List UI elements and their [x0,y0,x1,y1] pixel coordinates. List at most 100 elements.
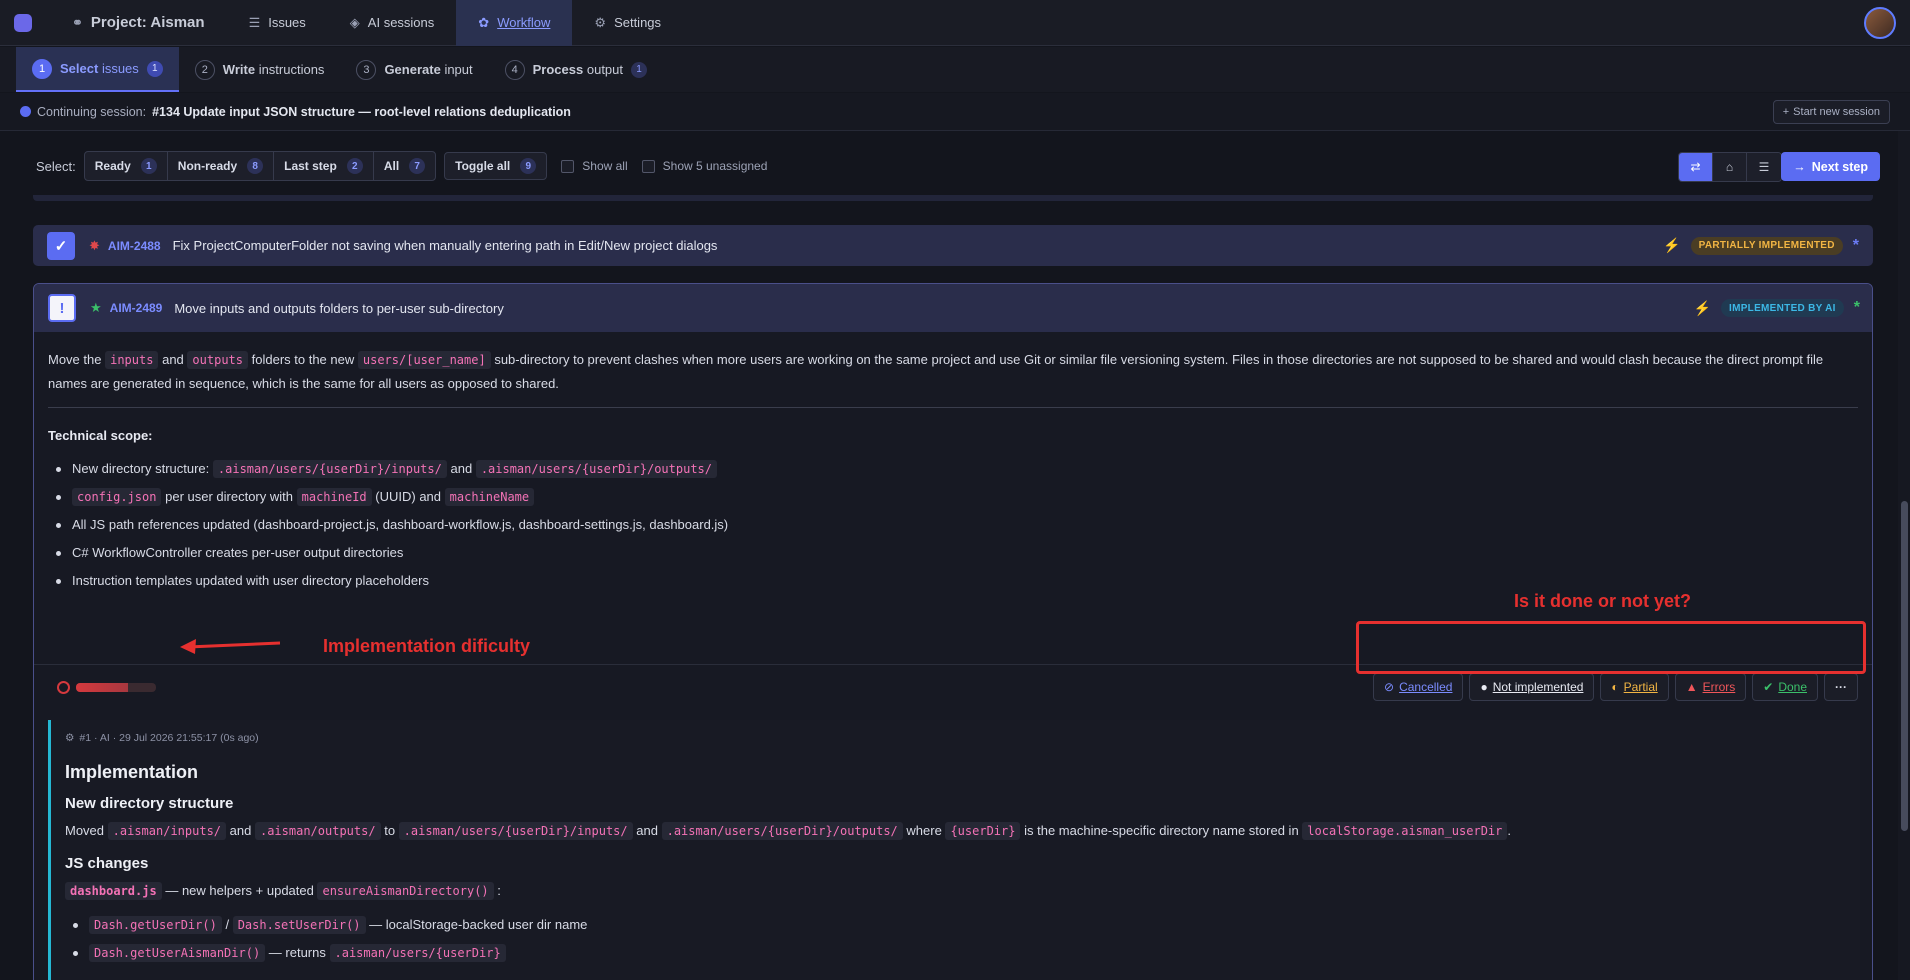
more-options-button[interactable]: ··· [1824,673,1858,701]
half-circle-icon: ◐ [1611,680,1619,694]
annotation-arrow-icon [180,639,280,654]
star-icon: ★ [90,300,102,315]
show-all-checkbox[interactable]: Show all [561,159,628,173]
list-item: Dash.getUserAismanDir() — returns .aisma… [65,939,1846,967]
step-select-issues[interactable]: 1 Select issues 1 [16,47,179,92]
implementation-meta: ⚙ #1 · AI · 29 Jul 2026 21:55:17 (0s ago… [65,732,259,744]
difficulty-icon [57,681,70,694]
bug-icon: ✸ [89,237,100,253]
issue-description: Move the inputs and outputs folders to t… [34,332,1872,595]
show-unassigned-checkbox[interactable]: Show 5 unassigned [641,159,767,173]
step-generate-input[interactable]: 3 Generate input [340,47,488,92]
issue-key[interactable]: AIM-2488 [108,239,161,253]
annotation-question: Is it done or not yet? [1514,591,1692,611]
scrollbar[interactable] [1898,131,1910,980]
view-mode-group: ⇄ ⌂ ☰ [1678,152,1782,182]
not-implemented-button[interactable]: ● Not implemented [1469,673,1595,701]
ban-icon: ⊘ [1384,680,1395,694]
gear-icon: ⚙ [594,14,607,30]
toggle-all-button[interactable]: Toggle all 9 [444,152,548,180]
filter-all-button[interactable]: All 7 [374,152,435,180]
play-circle-icon [20,106,31,117]
errors-button[interactable]: ▲ Errors [1674,673,1747,701]
section-heading: JS changes [65,855,149,872]
app-logo-icon[interactable] [0,0,46,46]
difficulty-fill [76,683,128,692]
tab-ai-sessions[interactable]: ◈ AI sessions [328,0,456,46]
project-icon: ⚭ [72,14,83,30]
layers-icon: ◈ [349,14,360,30]
annotation-difficulty-label: Implementation dificulty [323,636,531,656]
issue-list: ✓ ✸ AIM-2488 Fix ProjectComputerFolder n… [33,195,1873,980]
filter-last-step-button[interactable]: Last step 2 [274,152,374,180]
tab-issues[interactable]: ☰ Issues [227,0,328,46]
step-count-badge: 1 [631,61,648,78]
cards-view-icon[interactable]: ⇄ [1679,153,1713,181]
issue-row-aim-2489[interactable]: ! ★ AIM-2489 Move inputs and outputs fol… [34,284,1872,332]
asterisk-icon: * [1853,299,1860,316]
filter-ready-button[interactable]: Ready 1 [85,152,168,180]
tab-workflow[interactable]: ✿ Workflow [456,0,573,46]
status-badge: IMPLEMENTED BY AI [1720,299,1844,317]
check-circle-icon: ✔ [1763,680,1774,694]
implementation-heading: Implementation [65,762,199,782]
session-bar: Continuing session: #134 Update input JS… [0,93,1910,131]
avatar[interactable] [1864,7,1896,39]
filter-button-group: Ready 1 Non-ready 8 Last step 2 All 7 [83,151,437,181]
asterisk-icon: * [1852,236,1859,254]
step-write-instructions[interactable]: 2 Write instructions [179,47,341,92]
list-item[interactable] [33,195,1873,201]
list-item: C# WorkflowController creates per-user o… [48,539,1858,567]
scope-heading: Technical scope: [48,428,153,443]
scope-list: New directory structure: .aisman/users/{… [48,455,1858,595]
workflow-stepper: 1 Select issues 1 2 Write instructions 3… [0,47,1910,92]
difficulty-indicator [57,681,156,694]
section-heading: New directory structure [65,795,234,812]
done-button[interactable]: ✔ Done [1752,673,1818,701]
issue-key[interactable]: AIM-2489 [110,301,163,315]
list-icon: ☰ [248,14,261,30]
next-step-button[interactable]: → Next step [1781,152,1880,181]
session-title: #134 Update input JSON structure — root-… [152,104,571,119]
ai-link-icon[interactable]: ⚡ [1663,237,1680,254]
paragraph: Moved .aisman/inputs/ and .aisman/output… [65,822,1511,840]
hat-view-icon[interactable]: ⌂ [1713,153,1747,181]
robot-icon: ⚙ [65,732,75,744]
step-count-badge: 1 [146,60,163,77]
implementation-panel: ⚙ #1 · AI · 29 Jul 2026 21:55:17 (0s ago… [48,720,1860,980]
top-navigation: ⚭ Project: Aisman ☰ Issues ◈ AI sessions… [0,0,1910,46]
annotation-highlight-box [1356,621,1866,674]
issue-row-aim-2488[interactable]: ✓ ✸ AIM-2488 Fix ProjectComputerFolder n… [33,225,1873,266]
scrollbar-thumb[interactable] [1901,501,1908,831]
list-item: All JS path references updated (dashboar… [48,511,1858,539]
list-item: Dash.getUserDir() / Dash.setUserDir() — … [65,911,1846,939]
cancelled-button[interactable]: ⊘ Cancelled [1373,673,1464,701]
tab-settings[interactable]: ⚙ Settings [572,0,683,46]
status-badge: PARTIALLY IMPLEMENTED [1690,236,1843,255]
divider [48,407,1858,408]
start-new-session-button[interactable]: + Start new session [1772,100,1890,124]
workflow-icon: ✿ [478,14,490,30]
step-process-output[interactable]: 4 Process output 1 [489,47,663,92]
circle-icon: ● [1480,680,1488,694]
list-item: config.json per user directory with mach… [48,483,1858,511]
list-item: New directory structure: .aisman/users/{… [48,455,1858,483]
js-change-list: Dash.getUserDir() / Dash.setUserDir() — … [65,911,1846,967]
select-toolbar: Select: Ready 1 Non-ready 8 Last step 2 All… [0,145,1910,187]
paragraph: dashboard.js — new helpers + updated ens… [65,881,1846,901]
issue-title: Move inputs and outputs folders to per-u… [174,300,504,316]
filter-non-ready-button[interactable]: Non-ready 8 [168,152,275,180]
issue-title: Fix ProjectComputerFolder not saving whe… [172,238,718,253]
plus-icon: + [1782,106,1790,118]
checklist-view-icon[interactable]: ☰ [1747,153,1781,181]
warning-icon: ▲ [1685,680,1698,694]
project-title[interactable]: ⚭ Project: Aisman [46,0,227,46]
status-button-group: ⊘ Cancelled ● Not implemented ◐ Partial ▲ Er… [1373,673,1858,701]
ai-link-icon[interactable]: ⚡ [1694,300,1711,317]
description-paragraph: Move the inputs and outputs folders to t… [48,351,1824,391]
difficulty-bar [76,683,156,692]
partial-button[interactable]: ◐ Partial [1600,673,1669,701]
arrow-right-icon: → [1793,159,1806,174]
checkbox-warning[interactable]: ! [48,294,76,322]
checkbox-checked[interactable]: ✓ [47,231,75,260]
